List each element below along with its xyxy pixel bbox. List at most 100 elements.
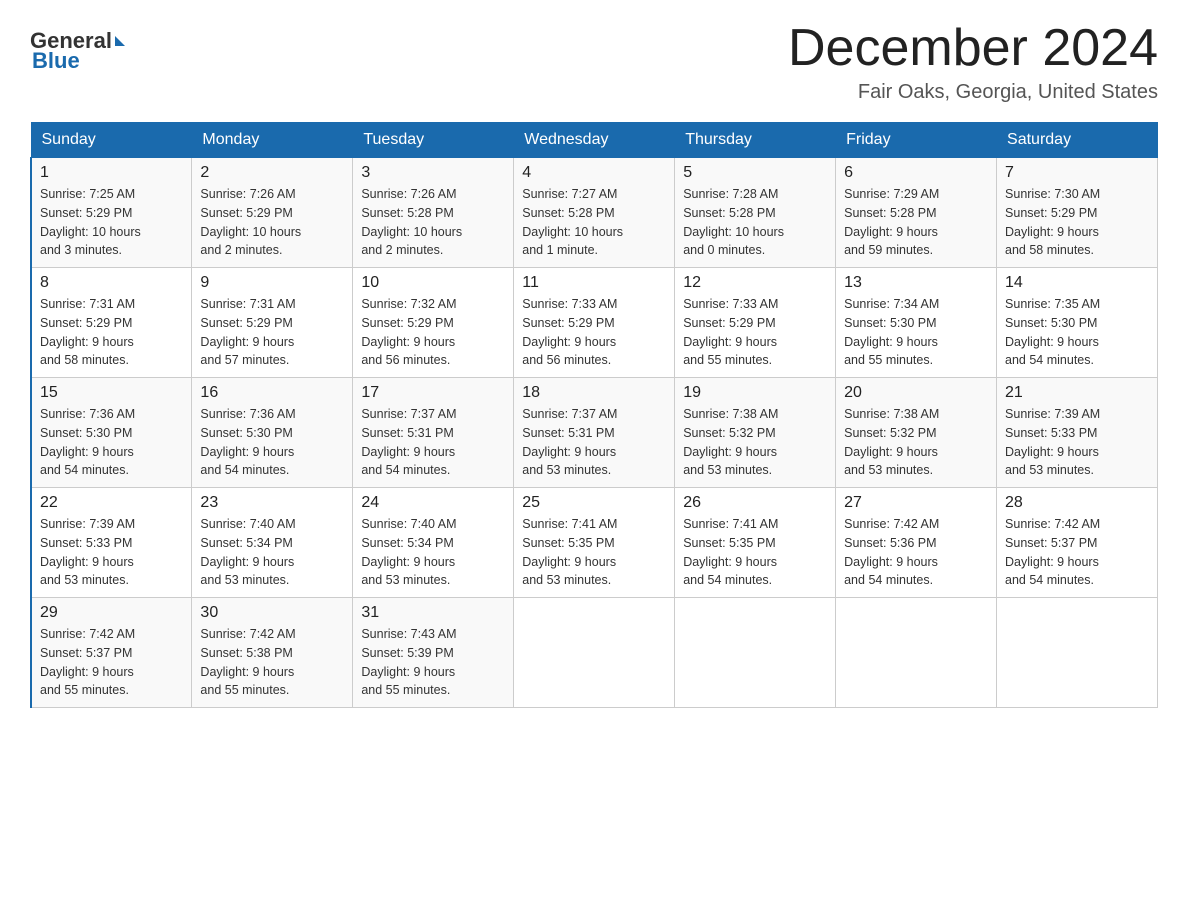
calendar-table: SundayMondayTuesdayWednesdayThursdayFrid… (30, 122, 1158, 708)
calendar-day-cell: 7Sunrise: 7:30 AM Sunset: 5:29 PM Daylig… (997, 158, 1158, 268)
day-number: 31 (361, 604, 505, 622)
day-of-week-header: Saturday (997, 123, 1158, 158)
day-number: 21 (1005, 384, 1149, 402)
calendar-day-cell: 11 Sunrise: 7:33 AM Sunset: 5:29 PM Dayli… (514, 268, 675, 378)
day-number: 10 (361, 274, 505, 292)
day-info: Sunrise: 7:27 AM Sunset: 5:28 PM Dayligh… (522, 185, 666, 260)
day-number: 22 (40, 494, 183, 512)
calendar-day-cell: 12 Sunrise: 7:33 AM Sunset: 5:29 PM Dayli… (675, 268, 836, 378)
calendar-day-cell: 4 Sunrise: 7:27 AM Sunset: 5:28 PM Daylig… (514, 158, 675, 268)
calendar-empty-cell (675, 598, 836, 708)
day-number: 9 (200, 274, 344, 292)
day-number: 28 (1005, 494, 1149, 512)
day-number: 5 (683, 164, 827, 182)
day-number: 18 (522, 384, 666, 402)
day-number: 1 (40, 164, 183, 182)
calendar-week-row: 22 Sunrise: 7:39 AM Sunset: 5:33 PM Dayli… (31, 488, 1158, 598)
day-number: 30 (200, 604, 344, 622)
day-info: Sunrise: 7:42 AM Sunset: 5:37 PM Dayligh… (40, 625, 183, 700)
day-of-week-header: Wednesday (514, 123, 675, 158)
calendar-week-row: 1 Sunrise: 7:25 AM Sunset: 5:29 PM Daylig… (31, 158, 1158, 268)
day-info: Sunrise: 7:41 AM Sunset: 5:35 PM Dayligh… (683, 515, 827, 590)
day-number: 23 (200, 494, 344, 512)
day-info: Sunrise: 7:42 AM Sunset: 5:38 PM Dayligh… (200, 625, 344, 700)
calendar-week-row: 15 Sunrise: 7:36 AM Sunset: 5:30 PM Dayli… (31, 378, 1158, 488)
day-info: Sunrise: 7:39 AM Sunset: 5:33 PM Dayligh… (1005, 405, 1149, 480)
day-info: Sunrise: 7:37 AM Sunset: 5:31 PM Dayligh… (522, 405, 666, 480)
day-number: 2 (200, 164, 344, 182)
day-info: Sunrise: 7:29 AM Sunset: 5:28 PM Dayligh… (844, 185, 988, 260)
calendar-day-cell: 6 Sunrise: 7:29 AM Sunset: 5:28 PM Daylig… (836, 158, 997, 268)
calendar-day-cell: 5 Sunrise: 7:28 AM Sunset: 5:28 PM Daylig… (675, 158, 836, 268)
calendar-day-cell: 20Sunrise: 7:38 AM Sunset: 5:32 PM Dayli… (836, 378, 997, 488)
day-number: 4 (522, 164, 666, 182)
calendar-day-cell: 14Sunrise: 7:35 AM Sunset: 5:30 PM Dayli… (997, 268, 1158, 378)
calendar-empty-cell (836, 598, 997, 708)
day-number: 12 (683, 274, 827, 292)
logo-blue-text: Blue (32, 48, 80, 73)
logo: General Blue (30, 20, 128, 74)
day-of-week-header: Sunday (31, 123, 192, 158)
calendar-day-cell: 15 Sunrise: 7:36 AM Sunset: 5:30 PM Dayli… (31, 378, 192, 488)
day-number: 8 (40, 274, 183, 292)
day-info: Sunrise: 7:36 AM Sunset: 5:30 PM Dayligh… (200, 405, 344, 480)
calendar-empty-cell (997, 598, 1158, 708)
calendar-day-cell: 30 Sunrise: 7:42 AM Sunset: 5:38 PM Dayli… (192, 598, 353, 708)
day-number: 27 (844, 494, 988, 512)
day-info: Sunrise: 7:33 AM Sunset: 5:29 PM Dayligh… (683, 295, 827, 370)
calendar-day-cell: 27 Sunrise: 7:42 AM Sunset: 5:36 PM Dayli… (836, 488, 997, 598)
day-info: Sunrise: 7:33 AM Sunset: 5:29 PM Dayligh… (522, 295, 666, 370)
calendar-day-cell: 13 Sunrise: 7:34 AM Sunset: 5:30 PM Dayli… (836, 268, 997, 378)
day-number: 20 (844, 384, 988, 402)
day-info: Sunrise: 7:26 AM Sunset: 5:29 PM Dayligh… (200, 185, 344, 260)
day-number: 26 (683, 494, 827, 512)
day-info: Sunrise: 7:31 AM Sunset: 5:29 PM Dayligh… (40, 295, 183, 370)
day-info: Sunrise: 7:36 AM Sunset: 5:30 PM Dayligh… (40, 405, 183, 480)
calendar-body: 1 Sunrise: 7:25 AM Sunset: 5:29 PM Daylig… (31, 158, 1158, 708)
calendar-day-cell: 31Sunrise: 7:43 AM Sunset: 5:39 PM Dayli… (353, 598, 514, 708)
calendar-day-cell: 10Sunrise: 7:32 AM Sunset: 5:29 PM Dayli… (353, 268, 514, 378)
day-number: 6 (844, 164, 988, 182)
day-of-week-header: Tuesday (353, 123, 514, 158)
day-info: Sunrise: 7:28 AM Sunset: 5:28 PM Dayligh… (683, 185, 827, 260)
calendar-day-cell: 9Sunrise: 7:31 AM Sunset: 5:29 PM Daylig… (192, 268, 353, 378)
day-number: 15 (40, 384, 183, 402)
day-of-week-header: Thursday (675, 123, 836, 158)
day-number: 17 (361, 384, 505, 402)
calendar-day-cell: 19Sunrise: 7:38 AM Sunset: 5:32 PM Dayli… (675, 378, 836, 488)
calendar-day-cell: 28Sunrise: 7:42 AM Sunset: 5:37 PM Dayli… (997, 488, 1158, 598)
day-info: Sunrise: 7:25 AM Sunset: 5:29 PM Dayligh… (40, 185, 183, 260)
calendar-day-cell: 29 Sunrise: 7:42 AM Sunset: 5:37 PM Dayli… (31, 598, 192, 708)
logo-arrow-icon (115, 36, 125, 46)
day-number: 29 (40, 604, 183, 622)
day-number: 3 (361, 164, 505, 182)
calendar-day-cell: 21 Sunrise: 7:39 AM Sunset: 5:33 PM Dayli… (997, 378, 1158, 488)
day-number: 16 (200, 384, 344, 402)
calendar-week-row: 29 Sunrise: 7:42 AM Sunset: 5:37 PM Dayli… (31, 598, 1158, 708)
day-number: 25 (522, 494, 666, 512)
day-number: 14 (1005, 274, 1149, 292)
day-info: Sunrise: 7:40 AM Sunset: 5:34 PM Dayligh… (361, 515, 505, 590)
calendar-day-cell: 26 Sunrise: 7:41 AM Sunset: 5:35 PM Dayli… (675, 488, 836, 598)
calendar-day-cell: 23Sunrise: 7:40 AM Sunset: 5:34 PM Dayli… (192, 488, 353, 598)
day-of-week-header: Monday (192, 123, 353, 158)
day-info: Sunrise: 7:26 AM Sunset: 5:28 PM Dayligh… (361, 185, 505, 260)
calendar-day-cell: 2 Sunrise: 7:26 AM Sunset: 5:29 PM Daylig… (192, 158, 353, 268)
day-info: Sunrise: 7:42 AM Sunset: 5:36 PM Dayligh… (844, 515, 988, 590)
day-number: 7 (1005, 164, 1149, 182)
calendar-day-cell: 1 Sunrise: 7:25 AM Sunset: 5:29 PM Daylig… (31, 158, 192, 268)
day-of-week-header: Friday (836, 123, 997, 158)
day-info: Sunrise: 7:39 AM Sunset: 5:33 PM Dayligh… (40, 515, 183, 590)
calendar-week-row: 8 Sunrise: 7:31 AM Sunset: 5:29 PM Daylig… (31, 268, 1158, 378)
day-info: Sunrise: 7:34 AM Sunset: 5:30 PM Dayligh… (844, 295, 988, 370)
month-year-title: December 2024 (788, 20, 1158, 77)
calendar-day-cell: 17Sunrise: 7:37 AM Sunset: 5:31 PM Dayli… (353, 378, 514, 488)
day-number: 13 (844, 274, 988, 292)
calendar-empty-cell (514, 598, 675, 708)
page-header: General Blue December 2024 Fair Oaks, Ge… (30, 20, 1158, 104)
calendar-day-cell: 16 Sunrise: 7:36 AM Sunset: 5:30 PM Dayli… (192, 378, 353, 488)
calendar-day-cell: 25Sunrise: 7:41 AM Sunset: 5:35 PM Dayli… (514, 488, 675, 598)
day-number: 11 (522, 274, 666, 292)
calendar-day-cell: 24Sunrise: 7:40 AM Sunset: 5:34 PM Dayli… (353, 488, 514, 598)
calendar-day-cell: 18 Sunrise: 7:37 AM Sunset: 5:31 PM Dayli… (514, 378, 675, 488)
